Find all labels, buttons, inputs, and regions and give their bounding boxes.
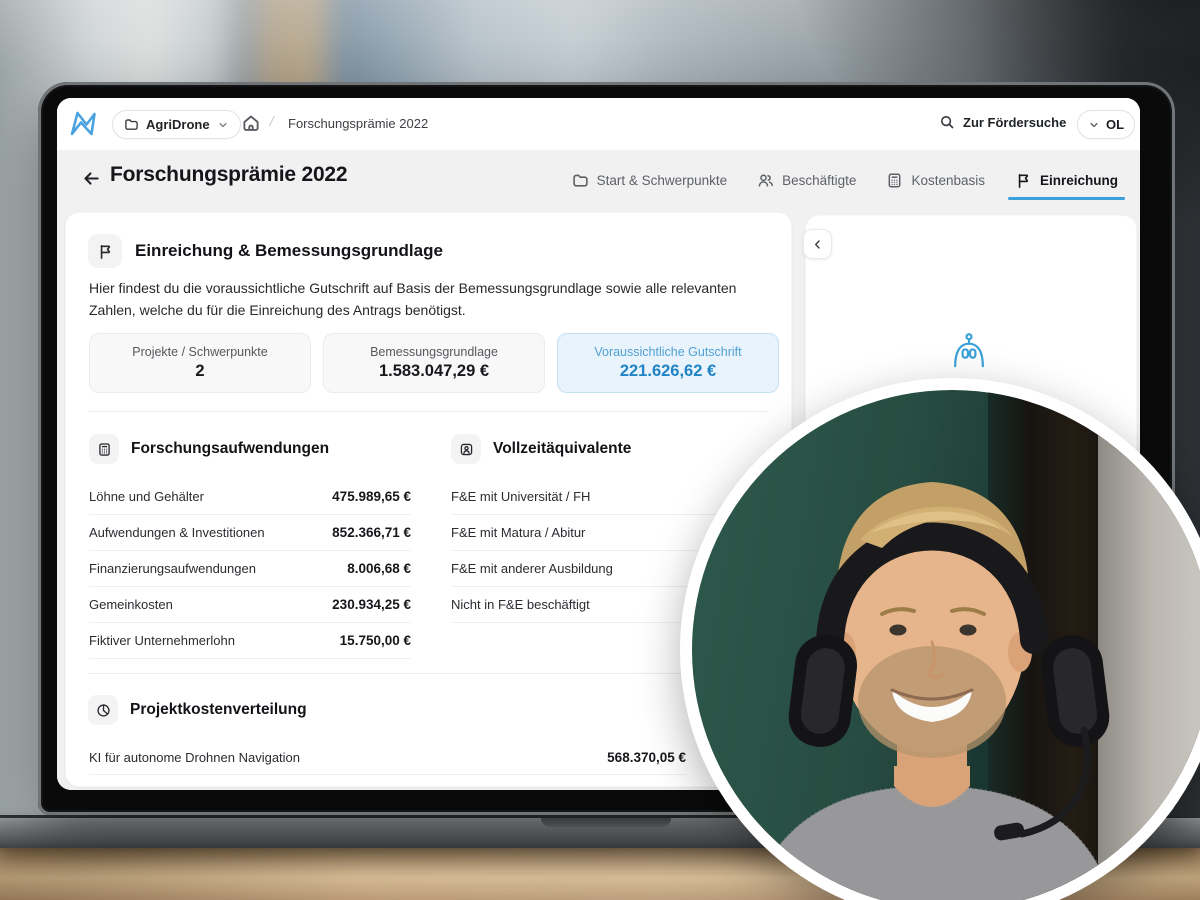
submission-card-title: Einreichung & Bemessungsgrundlage [135,241,443,261]
tab-label: Einreichung [1040,173,1118,188]
flag-icon [1015,172,1032,189]
folder-icon [572,172,589,189]
chevron-down-icon [217,119,229,131]
divider [89,673,768,674]
workspace-selector[interactable]: AgriDrone [112,110,241,139]
section-tabs: Start & Schwerpunkte Beschäftigte Kosten… [572,169,1118,191]
stat-label: Projekte / Schwerpunkte [132,345,268,359]
flag-icon [97,243,114,260]
tab-label: Kostenbasis [911,173,985,188]
stat-cards: Projekte / Schwerpunkte 2 Bemessungsgrun… [89,333,779,393]
stat-label: Voraussichtliche Gutschrift [594,345,741,359]
project-costs-title: Projektkostenverteilung [130,701,307,719]
user-menu-button[interactable]: OL [1077,110,1135,139]
logo-mark-icon [69,109,103,139]
chevron-down-icon [1088,119,1100,131]
table-row: Finanzierungsaufwendungen 8.006,68 € [89,551,411,587]
divider [89,411,768,412]
page-title: Forschungsprämie 2022 [110,163,347,187]
table-row: Aufwendungen & Investitionen 852.366,71 … [89,515,411,551]
arrow-left-icon[interactable] [82,169,101,188]
breadcrumb[interactable]: Forschungsprämie 2022 [288,116,428,131]
funding-search-button[interactable]: Zur Fördersuche [939,114,1066,130]
stat-value: 1.583.047,29 € [379,362,489,381]
home-icon[interactable] [241,113,261,133]
table-row: Löhne und Gehälter 475.989,65 € [89,479,411,515]
research-expenses-section: Forschungsaufwendungen Löhne und Gehälte… [89,434,411,659]
tab-label: Start & Schwerpunkte [597,173,728,188]
search-icon [939,114,955,130]
breadcrumb-separator: / [268,113,275,129]
people-icon [757,172,774,189]
scene: AgriDrone / Forschungsprämie 2022 Zur Fö… [0,0,1200,900]
tab[interactable]: Einreichung [1015,169,1118,191]
tab[interactable]: Beschäftigte [757,169,856,191]
tab[interactable]: Kostenbasis [886,169,985,191]
funding-search-label: Zur Fördersuche [963,115,1066,130]
collapse-panel-button[interactable] [803,229,832,259]
pie-icon [96,703,111,718]
topbar: AgriDrone / Forschungsprämie 2022 Zur Fö… [57,98,1140,151]
research-expenses-title: Forschungsaufwendungen [131,440,329,458]
stat-label: Bemessungsgrundlage [370,345,498,359]
webcam-overlay [680,378,1200,900]
submission-description: Hier findest du die voraussichtliche Gut… [89,277,765,321]
presenter-portrait [692,390,1200,900]
table-row: KI für autonome Drohnen Navigation 568.3… [89,740,686,775]
submission-card-header: Einreichung & Bemessungsgrundlage [88,234,443,268]
calculator-icon [886,172,903,189]
stat-card: Projekte / Schwerpunkte 2 [89,333,311,393]
stat-card: Bemessungsgrundlage 1.583.047,29 € [323,333,545,393]
folder-icon [124,117,139,132]
calculator-icon [97,442,112,457]
robot-icon [948,328,990,368]
badge-icon [459,442,474,457]
stat-value: 221.626,62 € [620,362,716,381]
laptop-notch [541,818,671,827]
workspace-label: AgriDrone [146,117,210,132]
tab[interactable]: Start & Schwerpunkte [572,169,728,191]
tab-label: Beschäftigte [782,173,856,188]
table-row: Gemeinkosten 230.934,25 € [89,587,411,623]
stat-card: Voraussichtliche Gutschrift 221.626,62 € [557,333,779,393]
user-initials: OL [1106,117,1124,132]
table-row: Fiktiver Unternehmerlohn 15.750,00 € [89,623,411,659]
fte-title: Vollzeitäquivalente [493,440,631,458]
project-costs-section: Projektkostenverteilung [88,695,307,725]
stat-value: 2 [195,362,204,381]
submission-card: Einreichung & Bemessungsgrundlage Hier f… [65,212,792,787]
chevron-left-icon [811,238,824,251]
webcam-photo [692,390,1200,900]
